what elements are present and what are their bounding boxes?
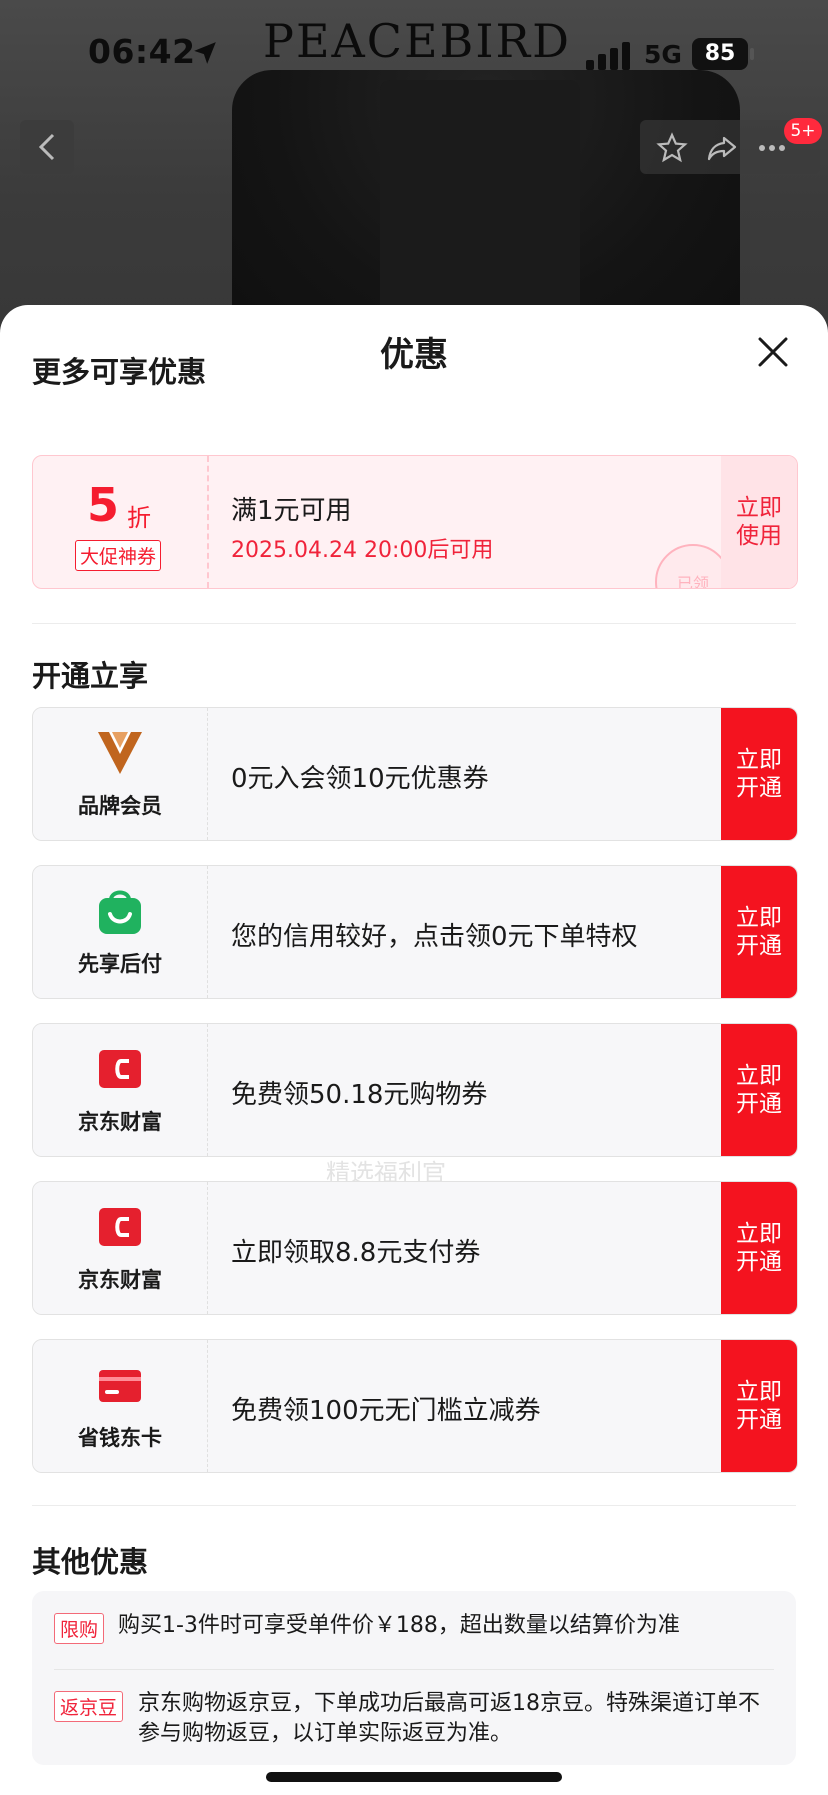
offer-name: 品牌会员	[78, 794, 162, 818]
star-icon[interactable]	[656, 132, 688, 164]
coupon-tag: 大促神券	[75, 540, 162, 571]
battery-tip	[750, 48, 754, 60]
coupon-divider	[207, 456, 209, 588]
brand-logo: PEACEBIRD	[263, 14, 572, 68]
other-offers-box: 限购 购买1-3件时可享受单件价￥188，超出数量以结算价为准 返京豆 京东购物…	[32, 1591, 796, 1765]
share-icon[interactable]	[706, 132, 738, 164]
green-bag-icon	[99, 890, 141, 934]
use-now-button[interactable]: 立即 使用	[721, 456, 797, 588]
coupon-value: 5	[87, 478, 120, 532]
purchase-limit-text: 购买1-3件时可享受单件价￥188，超出数量以结算价为准	[118, 1613, 680, 1638]
coupon-condition: 满1元可用	[231, 496, 352, 526]
home-indicator[interactable]	[266, 1772, 562, 1782]
offer-text: 立即领取8.8元支付券	[231, 1238, 481, 1268]
section-title-other: 其他优惠	[32, 1545, 149, 1579]
bean-rebate-tag: 返京豆	[54, 1691, 124, 1722]
divider	[32, 1505, 796, 1506]
back-button[interactable]	[20, 120, 74, 174]
offer-text: 免费领100元无门槛立减券	[231, 1396, 541, 1426]
chevron-left-icon	[38, 133, 55, 161]
divider	[54, 1669, 774, 1670]
red-wallet-icon	[99, 1050, 141, 1088]
offer-left: 先享后付	[33, 866, 207, 998]
location-arrow-icon	[194, 42, 216, 64]
open-now-button[interactable]: 立即 开通	[721, 1024, 797, 1156]
more-icon[interactable]	[756, 132, 788, 164]
offer-jd-finance-2[interactable]: 京东财富 立即领取8.8元支付券 立即 开通	[32, 1181, 798, 1315]
offer-divider	[207, 708, 208, 840]
offer-divider	[207, 866, 208, 998]
coupon-date: 2025.04.24 20:00后可用	[231, 538, 494, 563]
notification-badge: 5+	[784, 118, 822, 144]
section-title-more: 更多可享优惠	[32, 355, 207, 389]
battery-indicator: 85	[692, 38, 748, 70]
offer-text: 您的信用较好，点击领0元下单特权	[231, 922, 638, 952]
network-type: 5G	[644, 40, 682, 69]
offer-left: 京东财富	[33, 1024, 207, 1156]
offer-text: 0元入会领10元优惠券	[231, 764, 489, 794]
bean-rebate-text: 京东购物返京豆，下单成功后最高可返18京豆。特殊渠道订单不参与购物返豆，以订单实…	[138, 1691, 760, 1746]
signal-icon	[586, 42, 630, 70]
coupon-card: 5 折 大促神券 满1元可用 2025.04.24 20:00后可用 已领 立即…	[32, 455, 798, 589]
red-wallet-icon	[99, 1208, 141, 1246]
product-image-detail	[380, 80, 580, 340]
brand-v-icon	[98, 732, 142, 774]
open-now-button[interactable]: 立即 开通	[721, 866, 797, 998]
red-card-icon	[99, 1370, 141, 1402]
open-now-button[interactable]: 立即 开通	[721, 1182, 797, 1314]
status-time: 06:42	[88, 32, 196, 71]
section-title-open: 开通立享	[32, 659, 149, 693]
offer-left: 京东财富	[33, 1182, 207, 1314]
offer-left: 省钱东卡	[33, 1340, 207, 1472]
offer-pay-later[interactable]: 先享后付 您的信用较好，点击领0元下单特权 立即 开通	[32, 865, 798, 999]
coupon-value-area: 5 折 大促神券	[33, 456, 207, 588]
purchase-limit-tag: 限购	[54, 1613, 105, 1644]
offer-divider	[207, 1024, 208, 1156]
offer-divider	[207, 1340, 208, 1472]
offer-jd-finance-1[interactable]: 京东财富 免费领50.18元购物券 立即 开通	[32, 1023, 798, 1157]
open-now-button[interactable]: 立即 开通	[721, 708, 797, 840]
coupon-unit: 折	[127, 504, 151, 532]
offer-name: 京东财富	[78, 1110, 162, 1134]
divider	[32, 623, 796, 624]
close-icon[interactable]	[756, 335, 790, 369]
claimed-stamp: 已领	[655, 544, 731, 588]
discount-sheet: 优惠 更多可享优惠 5 折 大促神券 满1元可用 2025.04.24 20:0…	[0, 305, 828, 1795]
offer-name: 省钱东卡	[78, 1426, 162, 1450]
offer-divider	[207, 1182, 208, 1314]
offer-name: 京东财富	[78, 1268, 162, 1292]
offer-name: 先享后付	[78, 952, 162, 976]
open-now-button[interactable]: 立即 开通	[721, 1340, 797, 1472]
offer-brand-member[interactable]: 品牌会员 0元入会领10元优惠券 立即 开通	[32, 707, 798, 841]
offer-left: 品牌会员	[33, 708, 207, 840]
offer-text: 免费领50.18元购物券	[231, 1080, 488, 1110]
offer-saving-card[interactable]: 省钱东卡 免费领100元无门槛立减券 立即 开通	[32, 1339, 798, 1473]
